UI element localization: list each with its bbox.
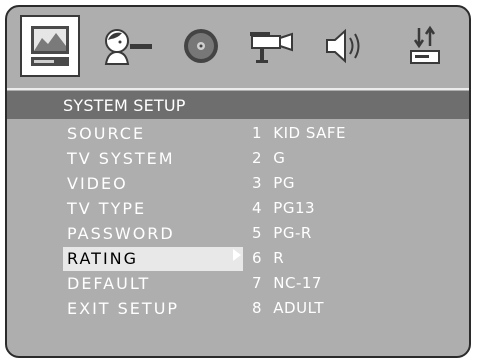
speaker-setup-icon[interactable] — [315, 15, 375, 77]
rating-option[interactable]: 2 G — [252, 149, 285, 167]
page-header: SYSTEM SETUP — [7, 91, 469, 119]
option-number: 2 — [252, 149, 263, 167]
menu-item-tv-type[interactable]: TV TYPE — [63, 197, 243, 221]
language-setup-icon[interactable] — [97, 15, 157, 77]
option-label: PG-R — [273, 224, 312, 242]
menu-item-video[interactable]: VIDEO — [63, 172, 243, 196]
menu-item-default[interactable]: DEFAULT — [63, 272, 243, 296]
rating-option[interactable]: 4 PG13 — [252, 199, 315, 217]
rating-option[interactable]: 8 ADULT — [252, 299, 324, 317]
system-setup-icon[interactable] — [20, 15, 80, 77]
option-number: 6 — [252, 249, 263, 267]
digital-setup-icon[interactable] — [395, 15, 455, 77]
toolbar — [7, 7, 469, 87]
setup-panel: SYSTEM SETUP SOURCE TV SYSTEM VIDEO TV T… — [5, 5, 471, 358]
option-label: R — [273, 249, 285, 267]
menu-item-exit-setup[interactable]: EXIT SETUP — [63, 297, 243, 321]
option-number: 5 — [252, 224, 263, 242]
option-label: PG — [273, 174, 295, 192]
toolbar-divider — [7, 88, 469, 90]
menu-item-tv-system[interactable]: TV SYSTEM — [63, 147, 243, 171]
page-title: SYSTEM SETUP — [63, 96, 186, 115]
menu-item-source[interactable]: SOURCE — [63, 122, 243, 146]
option-number: 3 — [252, 174, 263, 192]
audio-setup-icon[interactable] — [171, 15, 231, 77]
rating-option[interactable]: 5 PG-R — [252, 224, 312, 242]
menu-item-rating[interactable]: RATING — [63, 247, 243, 271]
option-label: KID SAFE — [273, 124, 347, 142]
option-number: 1 — [252, 124, 263, 142]
rating-option[interactable]: 7 NC-17 — [252, 274, 322, 292]
menu-item-password[interactable]: PASSWORD — [63, 222, 243, 246]
rating-option[interactable]: 1 KID SAFE — [252, 124, 346, 142]
rating-option[interactable]: 6 R — [252, 249, 284, 267]
option-label: G — [273, 149, 286, 167]
option-number: 7 — [252, 274, 263, 292]
rating-option[interactable]: 3 PG — [252, 174, 295, 192]
option-number: 4 — [252, 199, 263, 217]
option-number: 8 — [252, 299, 263, 317]
option-label: NC-17 — [273, 274, 322, 292]
video-setup-icon[interactable] — [241, 15, 301, 77]
setup-menu: SOURCE TV SYSTEM VIDEO TV TYPE PASSWORD … — [7, 119, 469, 356]
option-label: ADULT — [273, 299, 325, 317]
option-label: PG13 — [273, 199, 316, 217]
submenu-arrow-icon — [233, 249, 241, 261]
